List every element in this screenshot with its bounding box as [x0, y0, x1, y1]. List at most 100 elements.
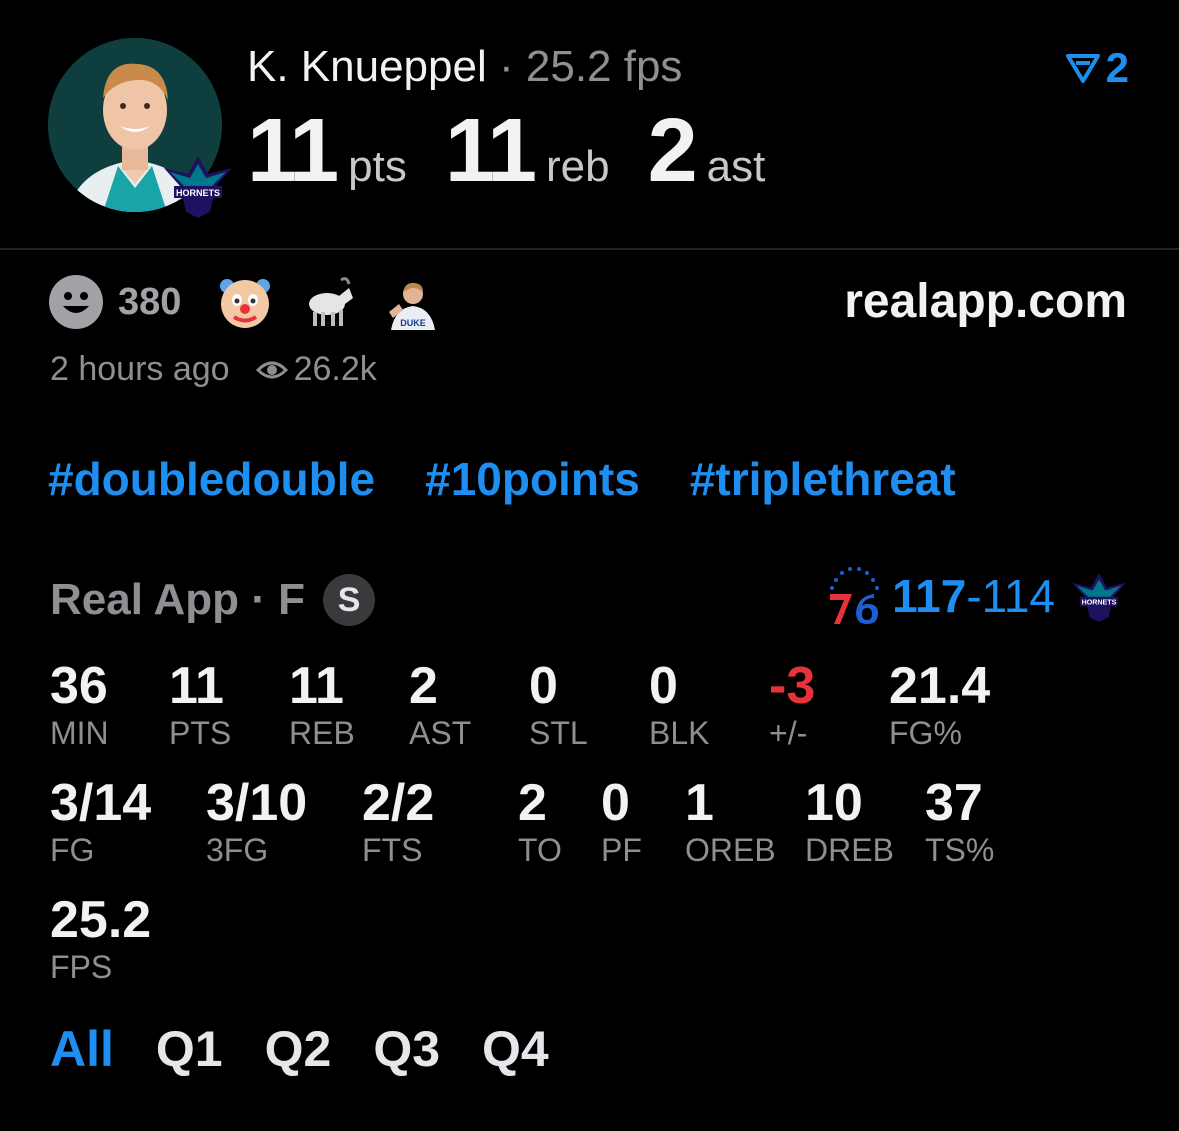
away-score: 114	[981, 570, 1055, 622]
stat-plus-minus: -3 +/-	[769, 658, 815, 750]
stat-value: 0	[649, 657, 678, 715]
stat-value: 3/14	[50, 774, 152, 832]
smiley-face-icon[interactable]	[48, 274, 104, 330]
stat-label: FG%	[889, 715, 962, 751]
stat-ts-pct: 37 TS%	[925, 775, 994, 867]
tab-q1[interactable]: Q1	[156, 1020, 223, 1078]
hashtag-triplethreat[interactable]: #triplethreat	[690, 452, 956, 506]
clown-emoji-icon[interactable]	[217, 274, 273, 330]
stat-value: 36	[50, 657, 108, 715]
score-dash: -	[966, 570, 982, 622]
stat-label: TS%	[925, 832, 995, 868]
triangle-flag-icon	[1065, 54, 1100, 83]
player-name-line: K. Knueppel · 25.2 fps	[247, 42, 682, 92]
stat-value: 3/10	[206, 774, 308, 832]
stat-stl: 0 STL	[529, 658, 588, 750]
stat-fps: 25.2 FPS	[50, 892, 151, 984]
stat-oreb: 1 OREB	[685, 775, 776, 867]
rank-value: 2	[1105, 44, 1129, 91]
stat-label: AST	[409, 715, 472, 751]
name-separator: ·	[498, 42, 514, 91]
rank-badge[interactable]: 2	[1065, 44, 1129, 92]
stat-value: 2	[409, 657, 438, 715]
stat-value: 2	[518, 774, 547, 832]
stat-label: TO	[518, 832, 562, 868]
stat-value: 2/2	[362, 774, 435, 832]
site-link[interactable]: realapp.com	[844, 274, 1127, 329]
stat-blk: 0 BLK	[649, 658, 709, 750]
hashtag-10points[interactable]: #10points	[425, 452, 640, 506]
stat-value: 1	[685, 774, 714, 832]
stat-value: 37	[925, 774, 983, 832]
stat-label: FTS	[362, 832, 423, 868]
stat-3fg: 3/10 3FG	[206, 775, 307, 867]
stat-to: 2 TO	[518, 775, 562, 867]
game-score[interactable]: 117 - 114 HORNETS	[826, 566, 1129, 626]
quarter-tabs: All Q1 Q2 Q3 Q4	[50, 1020, 549, 1078]
svg-text:HORNETS: HORNETS	[176, 188, 220, 198]
stat-ast: 2 AST	[409, 658, 471, 750]
status-badge[interactable]: S	[323, 574, 376, 626]
headline-stats: 11 pts 11 reb 2 ast	[247, 100, 803, 203]
hornets-logo-icon: HORNETS	[160, 150, 236, 220]
stat-dreb: 10 DREB	[805, 775, 894, 867]
stat-label: REB	[289, 715, 355, 751]
svg-text:HORNETS: HORNETS	[1082, 599, 1117, 607]
stat-label: +/-	[769, 715, 808, 751]
hornets-logo-icon: HORNETS	[1072, 573, 1126, 623]
header-divider	[0, 248, 1179, 250]
stat-value: -3	[769, 657, 816, 715]
tab-q4[interactable]: Q4	[482, 1020, 549, 1078]
stat-label: OREB	[685, 832, 776, 868]
view-count-value: 26.2k	[293, 350, 377, 388]
stat-label: MIN	[50, 715, 109, 751]
stat-value: 21.4	[889, 657, 991, 715]
post-meta: 2 hours ago 26.2k	[50, 350, 377, 389]
stat-label: PF	[601, 832, 642, 868]
stat-value: 0	[529, 657, 558, 715]
stat-label: PTS	[169, 715, 232, 751]
reaction-count: 380	[118, 280, 182, 323]
headline-ast-unit: ast	[706, 142, 766, 191]
stat-label: STL	[529, 715, 588, 751]
time-ago: 2 hours ago	[50, 350, 230, 388]
stat-value: 11	[169, 657, 224, 715]
tab-q3[interactable]: Q3	[373, 1020, 440, 1078]
stat-min: 36 MIN	[50, 658, 109, 750]
stat-pts: 11 PTS	[169, 658, 231, 750]
tab-all[interactable]: All	[50, 1020, 114, 1078]
stat-value: 0	[601, 774, 630, 832]
tab-q2[interactable]: Q2	[265, 1020, 332, 1078]
stat-value: 10	[805, 774, 863, 832]
svg-text:DUKE: DUKE	[401, 318, 427, 328]
stat-pf: 0 PF	[601, 775, 642, 867]
home-score: 117	[892, 570, 967, 622]
stat-reb: 11 REB	[289, 658, 355, 750]
eye-icon	[255, 361, 288, 378]
game-source-line: Real App · F S	[50, 574, 376, 626]
stat-fg: 3/14 FG	[50, 775, 151, 867]
stat-label: FPS	[50, 949, 113, 985]
view-count: 26.2k	[255, 350, 377, 389]
stat-value: 25.2	[50, 891, 152, 949]
headline-ast-value: 2	[647, 101, 698, 201]
player-sticker-icon[interactable]: DUKE	[385, 274, 441, 330]
stat-label: BLK	[649, 715, 710, 751]
headline-reb-unit: reb	[546, 142, 610, 191]
hashtag-list: #doubledouble #10points #triplethreat	[48, 452, 956, 506]
headline-pts-unit: pts	[348, 142, 407, 191]
stat-label: 3FG	[206, 832, 269, 868]
game-source: Real App · F	[50, 575, 306, 624]
goat-emoji-icon[interactable]	[301, 274, 357, 330]
stat-label: FG	[50, 832, 95, 868]
stat-value: 11	[289, 657, 344, 715]
headline-pts-value: 11	[247, 101, 339, 201]
player-name[interactable]: K. Knueppel	[247, 42, 487, 91]
76ers-logo-icon	[830, 567, 880, 624]
stat-fts: 2/2 FTS	[362, 775, 434, 867]
hashtag-doubledouble[interactable]: #doubledouble	[48, 452, 375, 506]
stat-fg-pct: 21.4 FG%	[889, 658, 990, 750]
player-fps: 25.2 fps	[525, 42, 683, 91]
stat-label: DREB	[805, 832, 894, 868]
headline-reb-value: 11	[444, 101, 537, 201]
